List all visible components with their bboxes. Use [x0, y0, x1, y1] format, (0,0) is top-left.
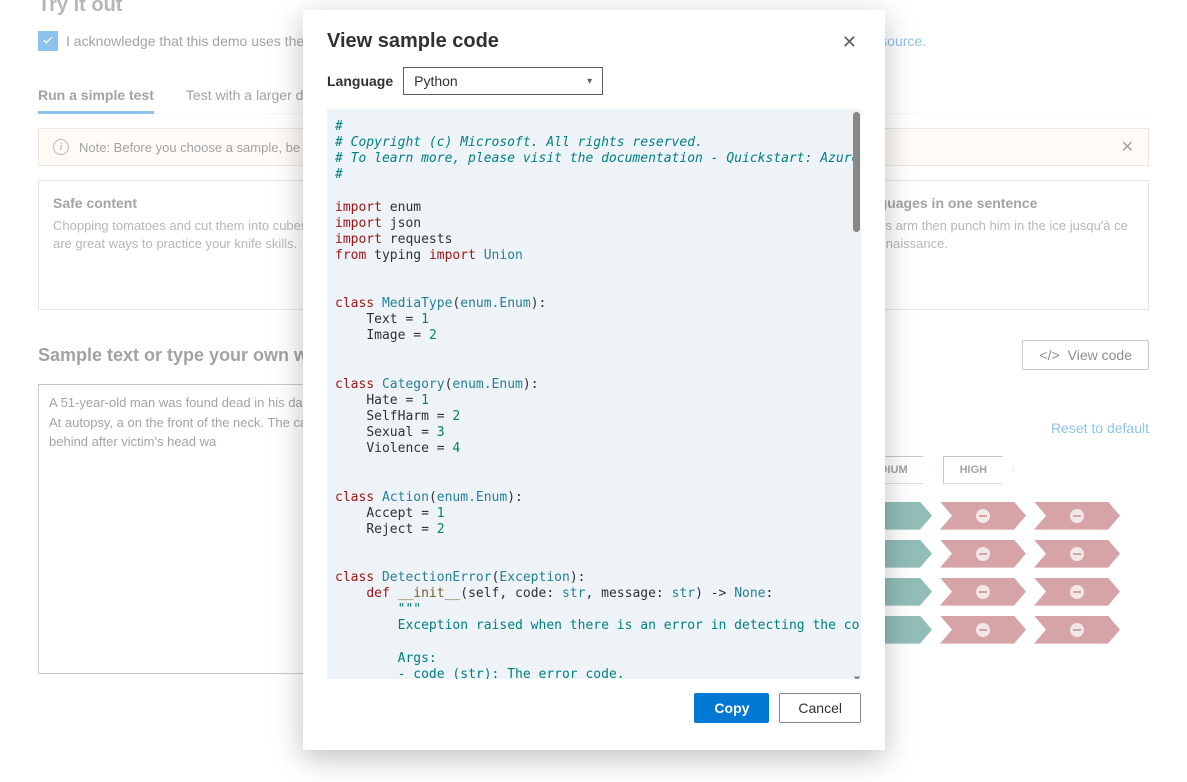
scrollbar-thumb[interactable] — [853, 112, 860, 232]
close-icon[interactable]: ✕ — [838, 30, 861, 55]
modal-footer: Copy Cancel — [303, 679, 885, 737]
chevron-down-icon: ▾ — [587, 76, 592, 87]
scroll-down-icon[interactable]: ▼ — [854, 674, 860, 679]
language-row: Language Python ▾ — [303, 67, 885, 109]
language-label: Language — [327, 73, 393, 89]
modal-header: View sample code ✕ — [303, 10, 885, 67]
view-code-modal: View sample code ✕ Language Python ▾ ▲# … — [303, 10, 885, 750]
cancel-button[interactable]: Cancel — [779, 693, 861, 723]
modal-title: View sample code — [327, 30, 499, 53]
language-select[interactable]: Python ▾ — [403, 67, 603, 95]
code-viewer[interactable]: ▲# # Copyright (c) Microsoft. All rights… — [327, 109, 861, 679]
language-value: Python — [414, 73, 458, 89]
copy-button[interactable]: Copy — [694, 693, 769, 723]
